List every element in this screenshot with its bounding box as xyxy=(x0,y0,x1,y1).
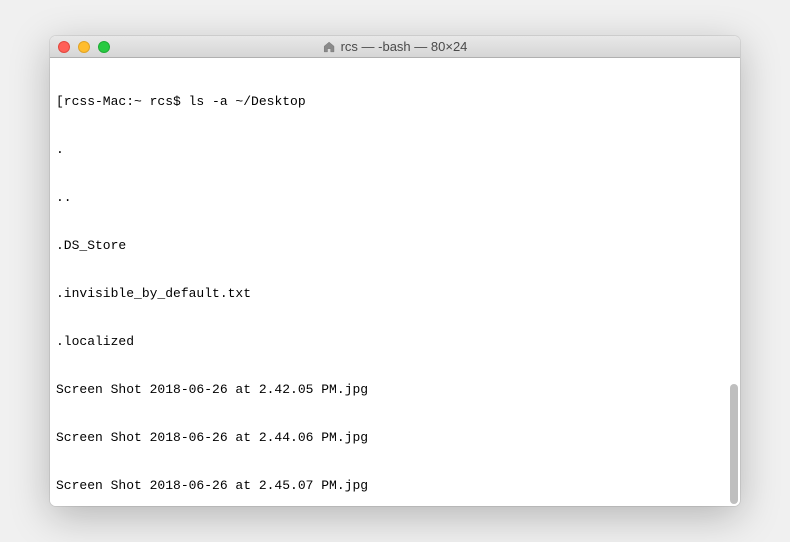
close-button[interactable] xyxy=(58,41,70,53)
output-line: Screen Shot 2018-06-26 at 2.45.07 PM.jpg xyxy=(56,478,734,494)
prompt: [rcss-Mac:~ rcs$ xyxy=(56,94,189,109)
output-line: .localized xyxy=(56,334,734,350)
maximize-button[interactable] xyxy=(98,41,110,53)
window-title: rcs — -bash — 80×24 xyxy=(323,39,468,54)
traffic-lights xyxy=(50,41,110,53)
terminal-line: [rcss-Mac:~ rcs$ ls -a ~/Desktop xyxy=(56,94,734,110)
output-line: Screen Shot 2018-06-26 at 2.44.06 PM.jpg xyxy=(56,430,734,446)
output-line: .DS_Store xyxy=(56,238,734,254)
command-text: ls -a ~/Desktop xyxy=(189,94,306,109)
output-line: Screen Shot 2018-06-26 at 2.42.05 PM.jpg xyxy=(56,382,734,398)
output-line: .. xyxy=(56,190,734,206)
titlebar[interactable]: rcs — -bash — 80×24 xyxy=(50,36,740,58)
output-line: .invisible_by_default.txt xyxy=(56,286,734,302)
home-icon xyxy=(323,41,336,53)
output-line: . xyxy=(56,142,734,158)
minimize-button[interactable] xyxy=(78,41,90,53)
terminal-body[interactable]: [rcss-Mac:~ rcs$ ls -a ~/Desktop . .. .D… xyxy=(50,58,740,506)
scrollbar[interactable] xyxy=(730,384,738,504)
terminal-window: rcs — -bash — 80×24 [rcss-Mac:~ rcs$ ls … xyxy=(50,36,740,506)
window-title-text: rcs — -bash — 80×24 xyxy=(341,39,468,54)
